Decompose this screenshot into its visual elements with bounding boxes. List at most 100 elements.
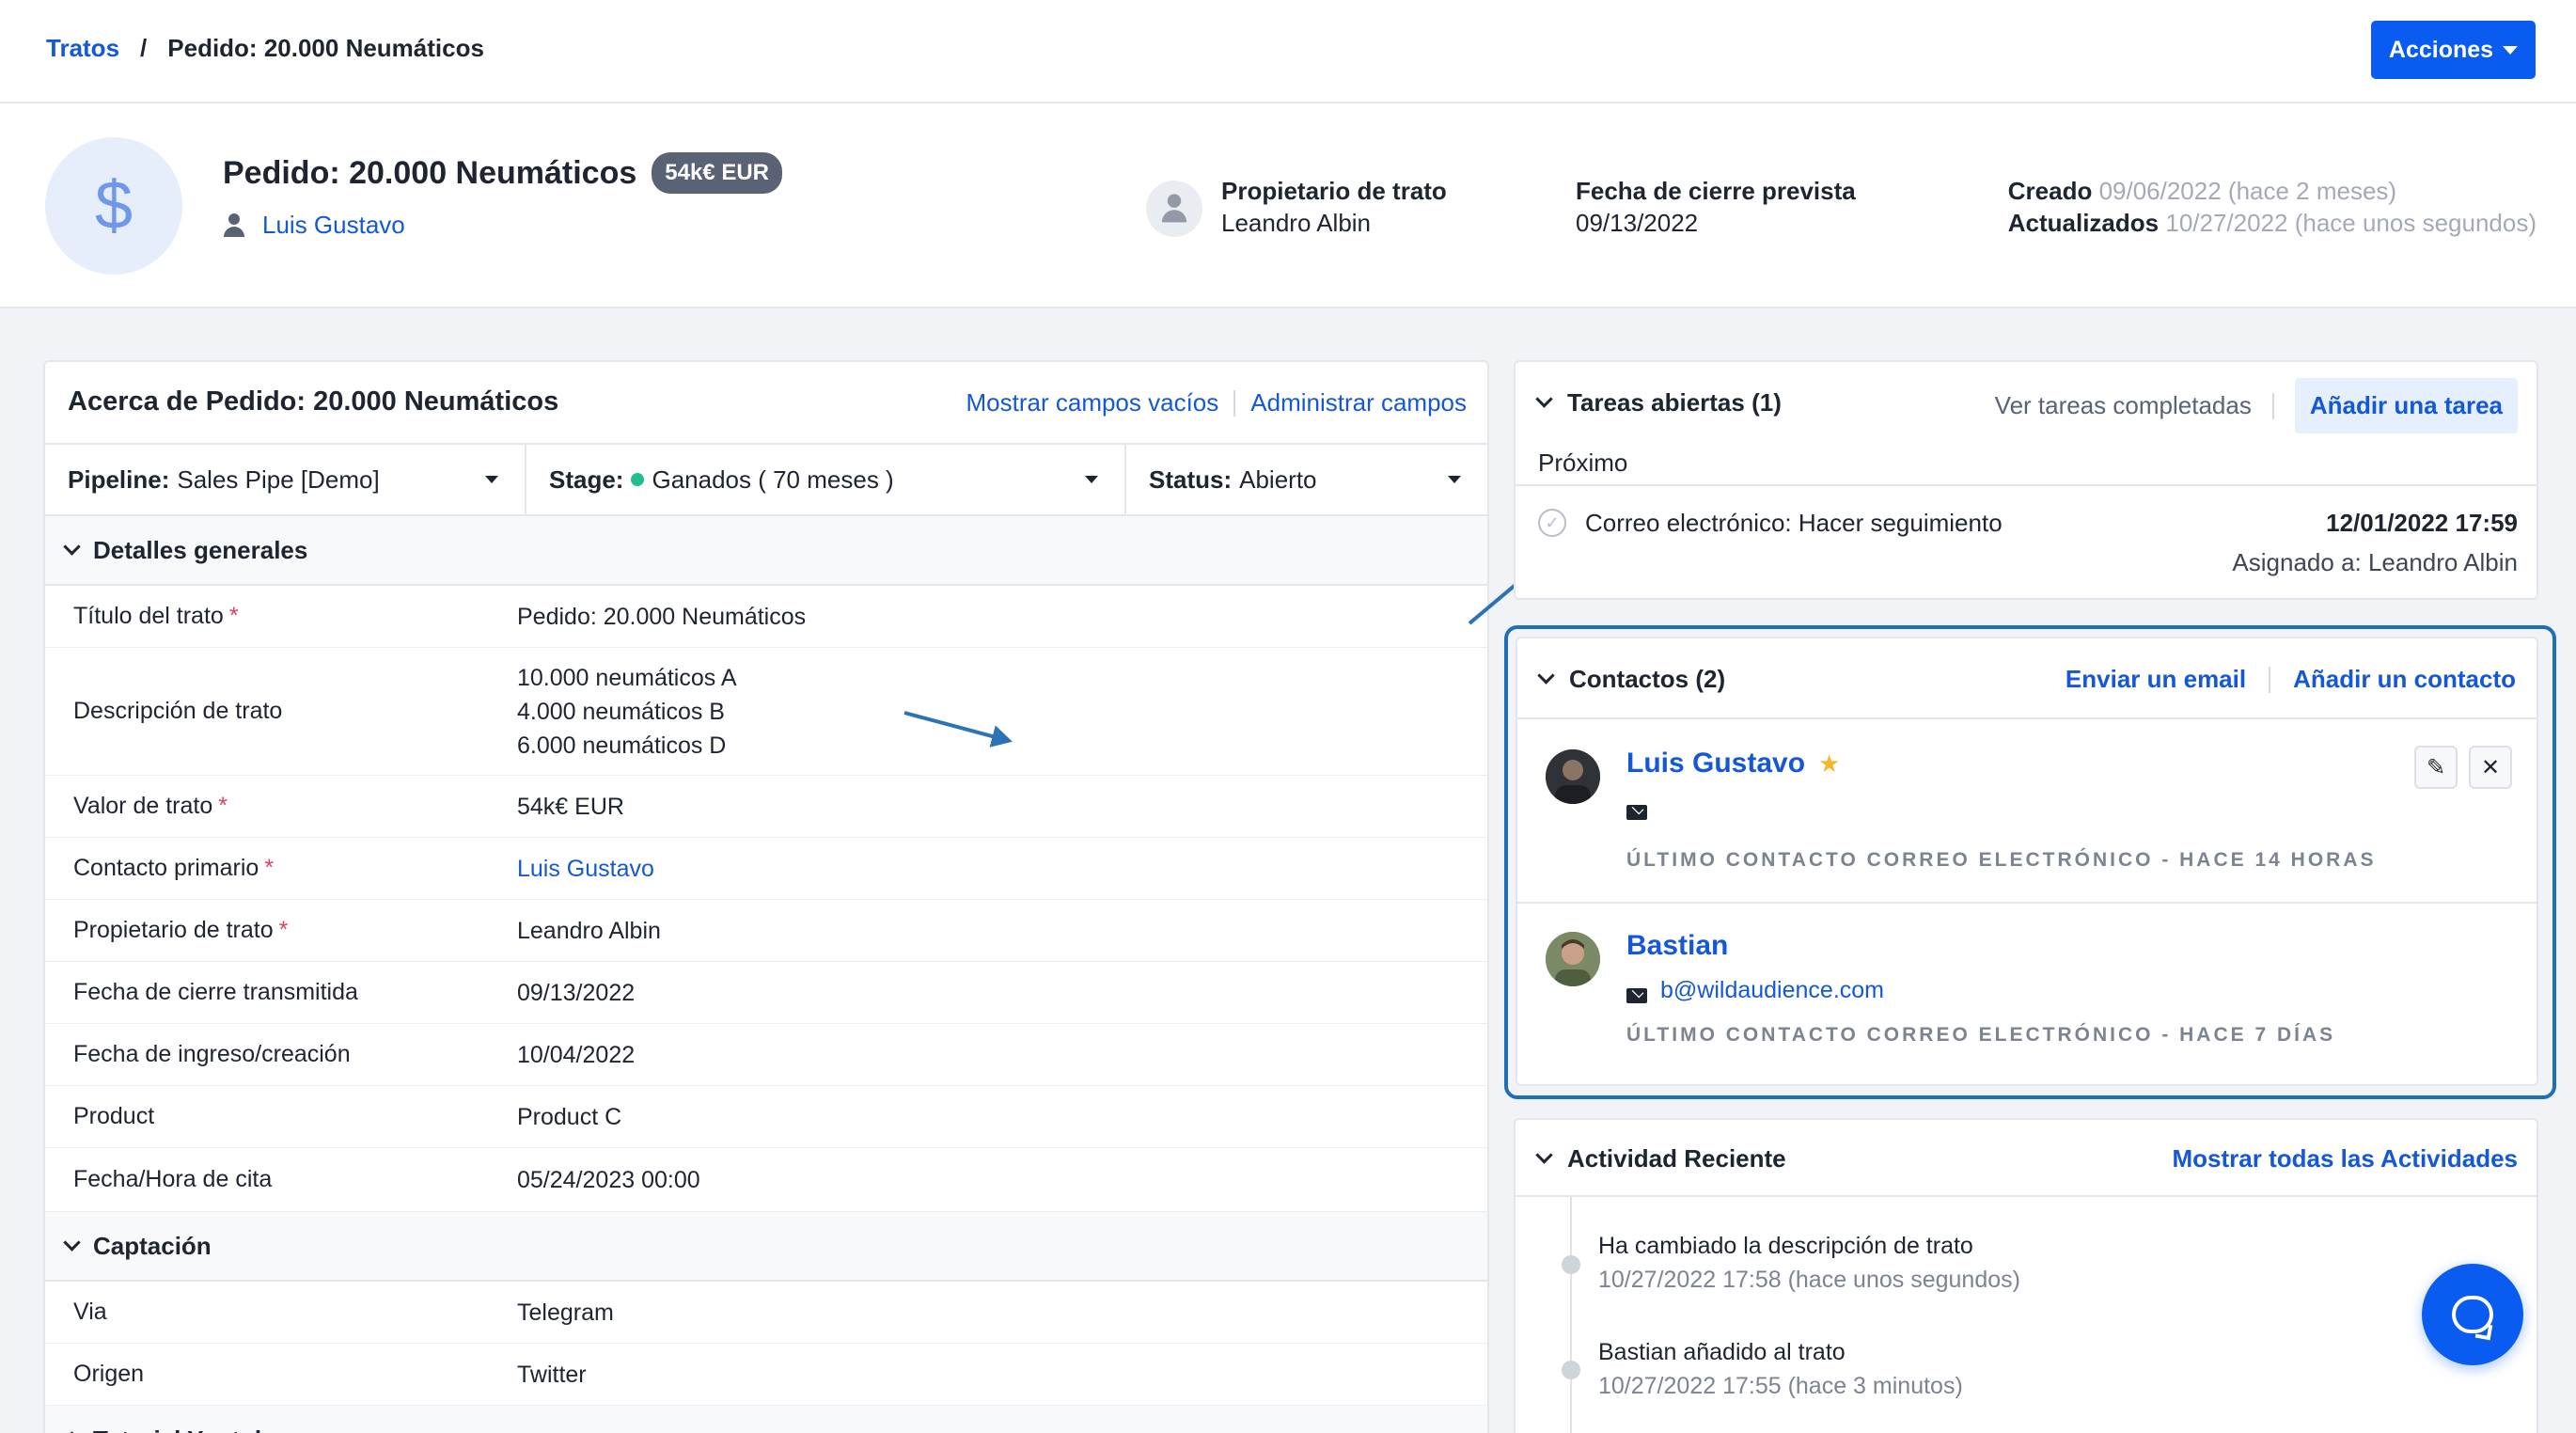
field-row: Product Product C [45,1086,1487,1148]
section-captacion[interactable]: Captación [45,1212,1487,1282]
chevron-down-icon [63,1233,81,1252]
activity-title-text: Actividad Reciente [1567,1144,1786,1173]
last-contact-info: ÚLTIMO CONTACTO CORREO ELECTRÓNICO - HAC… [1626,1024,2336,1046]
section-general-title: Detalles generales [93,535,308,564]
contacts-title-text: Contactos (2) [1569,665,1726,693]
tasks-title[interactable]: Tareas abiertas (1) [1535,388,1782,417]
field-value[interactable]: 10/04/2022 [517,1038,635,1072]
star-icon[interactable]: ★ [1818,749,1840,779]
timeline-dot [1562,1361,1580,1379]
field-row: Propietario de trato * Leandro Albin [45,900,1487,962]
activity-text: Ha cambiado la descripción de trato [1598,1233,1973,1259]
field-row: Contacto primario * Luis Gustavo [45,838,1487,900]
contacts-panel: Contactos (2) Enviar un email Añadir un … [1516,637,2538,1086]
send-email-link[interactable]: Enviar un email [2066,665,2246,694]
section-captacion-title: Captación [93,1231,212,1260]
field-row: Fecha/Hora de cita 05/24/2023 00:00 [45,1148,1487,1212]
chevron-down-icon [63,537,81,556]
deal-contact: Luis Gustavo [223,211,405,240]
field-label: Fecha de ingreso/creación [73,1041,351,1067]
remove-contact-button[interactable]: ✕ [2469,746,2512,789]
field-value[interactable]: Pedido: 20.000 Neumáticos [517,600,806,634]
next-label: Próximo [1538,449,1628,477]
field-value-description[interactable]: 10.000 neumáticos A 4.000 neumáticos B 6… [517,661,737,763]
deal-value-badge: 54k€ EUR [652,152,783,194]
field-label: Product [73,1103,155,1129]
contact-item: Bastian b@wildaudience.com ÚLTIMO CONTAC… [1517,905,2537,1084]
section-tutorial-title: Tutorial Youtube [93,1425,283,1433]
field-value[interactable]: 54k€ EUR [517,790,624,824]
breadcrumb-separator: / [140,34,148,62]
stage-select[interactable]: Stage: Ganados ( 70 meses ) [526,445,1126,514]
deal-contact-link[interactable]: Luis Gustavo [262,211,405,240]
contacts-links: Enviar un email Añadir un contacto [2066,665,2516,694]
field-value[interactable]: Twitter [517,1358,587,1392]
divider [1516,484,2537,486]
field-row: Via Telegram [45,1282,1487,1344]
add-task-button[interactable]: Añadir una tarea [2294,378,2518,433]
breadcrumb-tratos-link[interactable]: Tratos [46,34,119,63]
contact-name-text: Luis Gustavo [1626,748,1806,779]
owner-label: Propietario de trato [1221,177,1447,205]
stage-value: Ganados ( 70 meses ) [652,465,894,494]
breadcrumb-current: Pedido: 20.000 Neumáticos [167,34,484,62]
field-value[interactable]: Leandro Albin [517,914,661,948]
timeline-dot [1562,1255,1580,1274]
primary-contact-link[interactable]: Luis Gustavo [517,852,654,886]
add-contact-link[interactable]: Añadir un contacto [2293,665,2516,694]
chevron-down-icon [1535,390,1553,408]
avatar[interactable] [1546,749,1600,804]
tasks-links: Ver tareas completadas Añadir una tarea [1995,378,2518,433]
pencil-icon: ✎ [2426,754,2446,780]
field-row: Título del trato * Pedido: 20.000 Neumáti… [45,586,1487,648]
field-value[interactable]: Telegram [517,1296,614,1330]
activity-panel: Actividad Reciente Mostrar todas las Act… [1514,1118,2538,1433]
view-completed-tasks-link[interactable]: Ver tareas completadas [1995,391,2252,420]
task-date: 12/01/2022 17:59 [2326,509,2518,537]
divider [1233,389,1236,417]
person-icon [1161,194,1188,223]
description-line: 6.000 neumáticos D [517,732,727,759]
show-empty-fields-link[interactable]: Mostrar campos vacíos [966,388,1219,417]
field-value[interactable]: 05/24/2023 00:00 [517,1163,700,1197]
field-label: Fecha de cierre transmitida [73,979,358,1005]
pipeline-select[interactable]: Pipeline: Sales Pipe [Demo] [45,445,526,514]
field-row: Origen Twitter [45,1344,1487,1406]
field-value[interactable]: Product C [517,1100,621,1134]
manage-fields-link[interactable]: Administrar campos [1250,388,1467,417]
chevron-down-icon [1537,667,1555,685]
contacts-title[interactable]: Contactos (2) [1537,665,1726,694]
status-select[interactable]: Status: Abierto [1126,445,1487,514]
contact-name[interactable]: Luis Gustavo ★ [1626,748,1840,779]
show-all-activities-link[interactable]: Mostrar todas las Actividades [2173,1144,2519,1173]
chevron-down-icon [1448,476,1461,483]
required-mark: * [264,855,275,881]
activity-title[interactable]: Actividad Reciente [1535,1144,1786,1173]
field-label: Origen [73,1361,145,1387]
deal-title: Pedido: 20.000 Neumáticos 54k€ EUR [223,152,783,194]
task-title[interactable]: Correo electrónico: Hacer seguimiento [1585,509,2003,538]
section-general-details[interactable]: Detalles generales [45,516,1487,586]
section-tutorial[interactable]: Tutorial Youtube [45,1406,1487,1433]
last-contact-info: ÚLTIMO CONTACTO CORREO ELECTRÓNICO - HAC… [1626,849,2377,871]
activity-time: 10/27/2022 17:58 (hace unos segundos) [1598,1267,2020,1293]
field-value[interactable]: 09/13/2022 [517,976,635,1010]
close-date-meta: Fecha de cierre prevista 09/13/2022 [1576,175,1856,239]
updated-value: 10/27/2022 (hace unos segundos) [2165,209,2537,237]
deal-title-text: Pedido: 20.000 Neumáticos [223,154,637,191]
actions-button[interactable]: Acciones [2371,21,2536,79]
created-label: Creado [2007,177,2093,205]
required-mark: * [218,793,228,819]
contact-name[interactable]: Bastian [1626,930,1728,962]
task-complete-checkbox[interactable]: ✓ [1538,509,1566,537]
avatar[interactable] [1546,932,1600,986]
chat-support-button[interactable] [2422,1264,2523,1365]
about-panel: Acerca de Pedido: 20.000 Neumáticos Most… [43,360,1489,1433]
deal-header: $ Pedido: 20.000 Neumáticos 54k€ EUR Lui… [0,103,2576,308]
required-mark: * [228,603,239,629]
edit-contact-button[interactable]: ✎ [2414,746,2458,789]
stage-status-dot [631,473,645,486]
contact-email-link[interactable]: b@wildaudience.com [1660,977,1884,1004]
mail-icon[interactable] [1626,805,1647,820]
deal-owner-meta: Propietario de trato Leandro Albin [1221,175,1447,239]
